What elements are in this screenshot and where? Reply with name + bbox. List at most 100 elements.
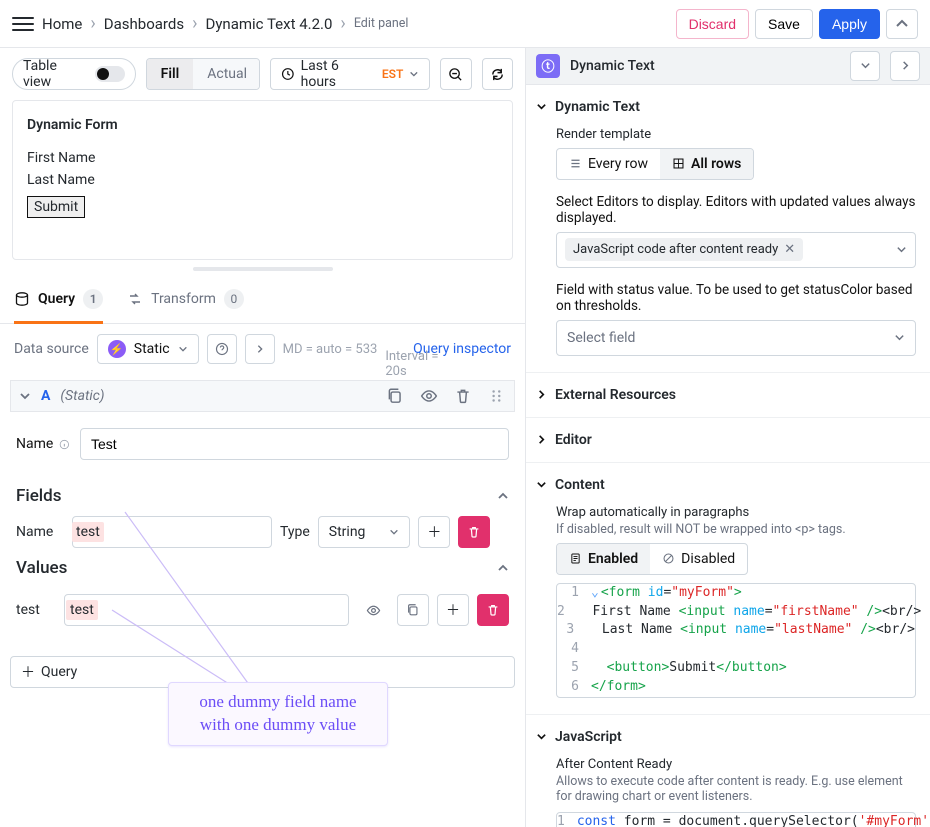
expand-viz-picker[interactable]	[890, 51, 920, 81]
discard-button[interactable]: Discard	[676, 9, 749, 39]
chevron-down-icon	[894, 332, 905, 343]
field-type-select[interactable]: String	[318, 516, 411, 548]
query-type: (Static)	[60, 388, 104, 404]
expand-row-button[interactable]	[245, 334, 275, 364]
values-section-title: Values	[16, 558, 67, 578]
list-icon	[569, 157, 582, 170]
grid-icon	[672, 157, 685, 170]
duplicate-value-button[interactable]	[397, 594, 429, 626]
add-query-label: Query	[41, 664, 77, 680]
drag-handle-icon[interactable]	[488, 387, 506, 405]
section-external-resources[interactable]: External Resources	[526, 379, 930, 411]
crumb-dashboard[interactable]: Dynamic Text 4.2.0	[205, 15, 332, 33]
apply-button[interactable]: Apply	[819, 9, 880, 39]
collapse-viz-picker[interactable]	[850, 51, 880, 81]
close-icon[interactable]: ✕	[784, 242, 795, 257]
time-range-picker[interactable]: Last 6 hours EST	[270, 58, 430, 90]
tab-transform-label: Transform	[151, 291, 216, 307]
value-input[interactable]	[64, 594, 349, 626]
field-type-label: Type	[280, 524, 310, 540]
chevron-down-icon	[860, 60, 871, 71]
trash-icon[interactable]	[454, 387, 472, 405]
every-row-option[interactable]: Every row	[557, 149, 660, 179]
value-highlight: test	[66, 600, 98, 620]
add-field-button[interactable]: ＋	[418, 516, 450, 548]
field-status-label: Field with status value. To be used to g…	[556, 282, 916, 314]
chevron-up-icon[interactable]	[497, 562, 509, 574]
crumb-home[interactable]: Home	[42, 15, 82, 33]
static-logo-icon: ⚡	[108, 340, 126, 358]
actual-option[interactable]: Actual	[193, 59, 260, 89]
wrap-desc: If disabled, result will NOT be wrapped …	[556, 522, 916, 537]
info-icon	[59, 438, 70, 451]
section-dynamic-text-label: Dynamic Text	[555, 99, 640, 115]
annotation-callout: one dummy field namewith one dummy value	[168, 682, 388, 746]
chevron-down-icon	[178, 344, 188, 354]
render-template-label: Render template	[556, 127, 916, 142]
save-button[interactable]: Save	[755, 9, 813, 39]
data-source-label: Data source	[14, 341, 89, 357]
tab-transform[interactable]: Transform 0	[127, 278, 244, 324]
database-icon	[14, 291, 30, 307]
plugin-name: Dynamic Text	[570, 58, 840, 74]
menu-icon[interactable]	[12, 13, 34, 35]
chevron-up-icon[interactable]	[497, 490, 509, 502]
resize-handle[interactable]	[0, 260, 525, 278]
tab-query[interactable]: Query 1	[14, 278, 103, 324]
trash-icon	[486, 603, 500, 617]
transform-icon	[127, 291, 143, 307]
add-value-button[interactable]: ＋	[437, 594, 469, 626]
chevron-right-icon	[900, 60, 911, 71]
time-range-label: Last 6 hours	[301, 58, 376, 90]
disabled-option[interactable]: Disabled	[650, 544, 747, 574]
duplicate-icon[interactable]	[386, 387, 404, 405]
content-editor[interactable]: 1⌄<form id="myForm">2 First Name <input …	[556, 583, 916, 698]
editors-select[interactable]: JavaScript code after content ready ✕	[556, 232, 916, 268]
js-subhead: After Content Ready	[556, 757, 916, 772]
refresh-icon	[490, 67, 505, 82]
toggle-visibility-button[interactable]	[357, 594, 389, 626]
chevron-down-icon	[536, 101, 547, 112]
all-rows-option[interactable]: All rows	[660, 149, 753, 179]
panel-preview: Dynamic Form First Name Last Name Submit	[12, 100, 513, 260]
name-label: Name	[16, 436, 70, 452]
timezone-label: EST	[382, 67, 403, 81]
table-view-toggle[interactable]: Table view	[12, 58, 136, 90]
section-content[interactable]: Content	[526, 469, 930, 501]
section-javascript[interactable]: JavaScript	[526, 721, 930, 753]
enabled-option[interactable]: Enabled	[557, 544, 650, 574]
plugin-logo-icon: ⓣ	[536, 54, 560, 78]
wrap-segment[interactable]: Enabled Disabled	[556, 543, 748, 575]
name-input[interactable]	[80, 428, 509, 460]
data-source-select[interactable]: ⚡ Static	[97, 334, 199, 364]
remove-field-button[interactable]	[458, 516, 490, 548]
view-mode-segment[interactable]: Fill Actual	[146, 58, 260, 90]
collapse-options-button[interactable]	[886, 9, 918, 39]
field-status-select[interactable]: Select field	[556, 320, 916, 356]
data-source-help-button[interactable]	[207, 334, 237, 364]
refresh-button[interactable]	[482, 58, 513, 90]
eye-icon[interactable]	[420, 387, 438, 405]
query-interval: Interval = 20s	[385, 349, 455, 379]
first-name-label: First Name	[27, 147, 498, 169]
crumb-dashboards[interactable]: Dashboards	[104, 15, 184, 33]
doc-icon	[569, 552, 582, 565]
javascript-editor[interactable]: 1const form = document.querySelector('#m…	[556, 812, 916, 827]
section-editor[interactable]: Editor	[526, 424, 930, 456]
trash-icon	[467, 525, 481, 539]
remove-value-button[interactable]	[477, 594, 509, 626]
zoom-out-button[interactable]	[440, 58, 471, 90]
panel-title: Dynamic Form	[27, 117, 498, 133]
section-content-label: Content	[555, 477, 605, 493]
chevron-down-icon	[536, 479, 547, 490]
query-id: A	[41, 388, 50, 404]
section-dynamic-text[interactable]: Dynamic Text	[526, 91, 930, 123]
editors-tag[interactable]: JavaScript code after content ready ✕	[565, 238, 803, 261]
fields-section-title: Fields	[16, 486, 61, 506]
field-name-label: Name	[16, 524, 64, 540]
query-row-header[interactable]: A (Static)	[10, 380, 515, 412]
submit-button[interactable]: Submit	[27, 196, 85, 218]
fill-option[interactable]: Fill	[147, 59, 194, 89]
chevron-down-icon	[896, 244, 907, 255]
render-template-segment[interactable]: Every row All rows	[556, 148, 754, 180]
